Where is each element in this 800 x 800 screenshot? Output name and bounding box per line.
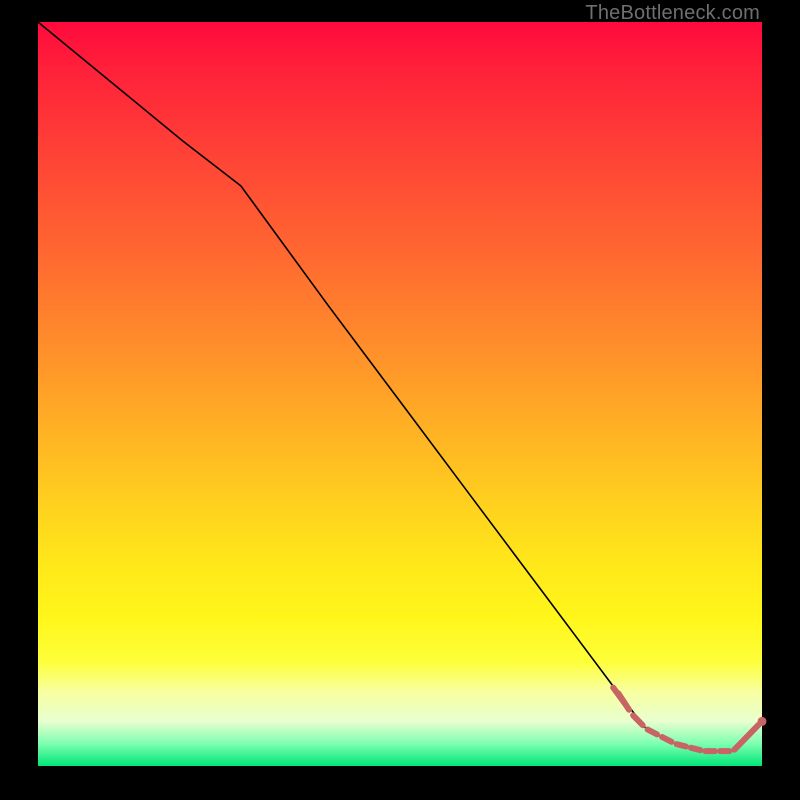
chart-svg (38, 22, 762, 766)
highlight-dash (633, 715, 643, 725)
highlight-dash (648, 730, 657, 735)
main-curve-line (38, 22, 762, 751)
highlight-dash-group (613, 688, 758, 752)
highlight-dash (734, 725, 758, 750)
highlight-dash (691, 748, 701, 750)
highlight-dot-group (758, 717, 767, 726)
chart-frame: TheBottleneck.com (0, 0, 800, 800)
highlight-dash (662, 737, 671, 742)
plot-area (38, 22, 762, 766)
highlight-end-dot (758, 717, 767, 726)
highlight-dash (677, 744, 686, 746)
